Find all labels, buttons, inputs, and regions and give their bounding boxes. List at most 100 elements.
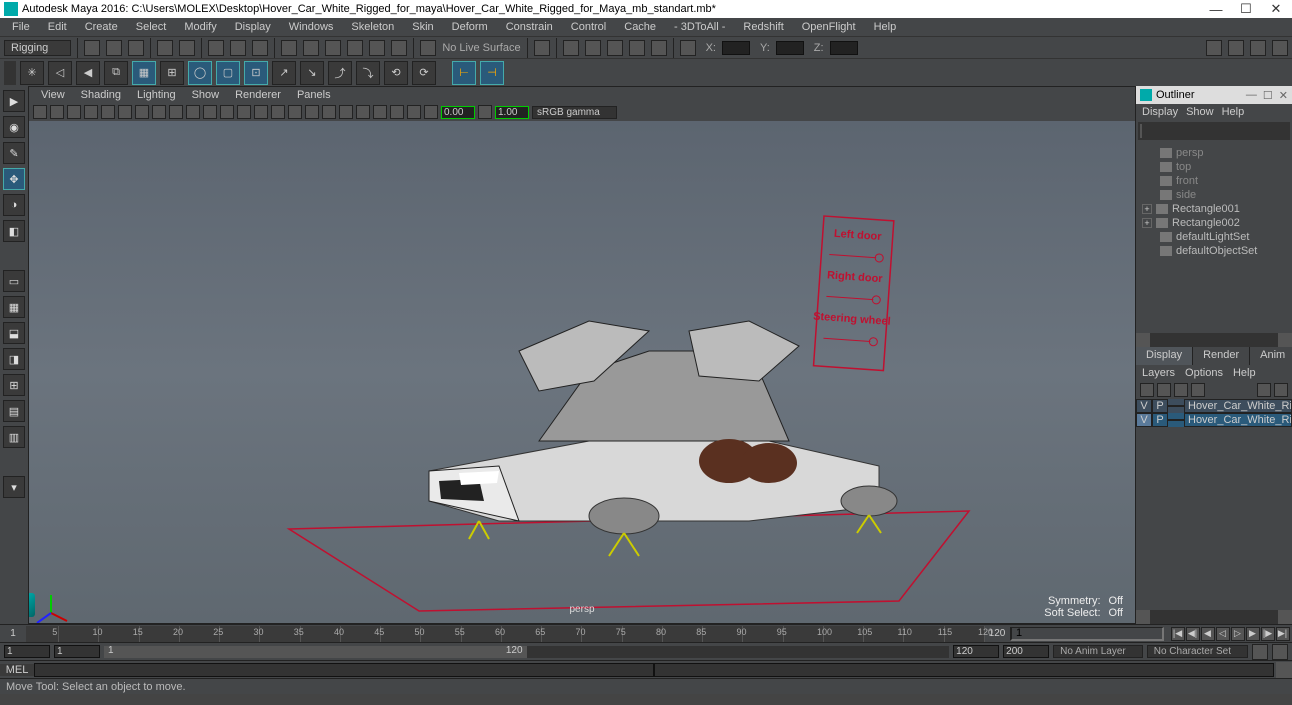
shelf-icon-7[interactable]: ◯: [188, 61, 212, 85]
step-back-icon[interactable]: ◀: [1201, 627, 1215, 641]
minimize-button[interactable]: —: [1210, 3, 1222, 15]
layers-menu-help[interactable]: Help: [1233, 367, 1256, 379]
history-icon[interactable]: [534, 40, 550, 56]
menu-deform[interactable]: Deform: [444, 20, 496, 34]
time-slider[interactable]: 1 51015202530354045505560657075808590951…: [0, 624, 1292, 642]
exposure-input[interactable]: [441, 106, 475, 119]
snap-live-icon[interactable]: [369, 40, 385, 56]
outliner-min-icon[interactable]: —: [1246, 89, 1257, 102]
maximize-button[interactable]: ☐: [1240, 3, 1252, 15]
menu-windows[interactable]: Windows: [281, 20, 342, 34]
shelf-icon-9[interactable]: ⊡: [244, 61, 268, 85]
hypershade-icon[interactable]: [629, 40, 645, 56]
outliner-tree[interactable]: persptopfrontside+Rectangle001+Rectangle…: [1136, 142, 1292, 333]
shelf-icon-15[interactable]: ⟳: [412, 61, 436, 85]
outliner-item[interactable]: defaultLightSet: [1136, 230, 1292, 244]
layer-color-swatch[interactable]: [1168, 419, 1184, 421]
layer-new-icon[interactable]: [1257, 383, 1271, 397]
outliner-search-icon[interactable]: [1140, 124, 1142, 138]
select-mode-icon[interactable]: [208, 40, 224, 56]
pt-camera-icon[interactable]: [33, 105, 47, 119]
layout-three[interactable]: ⊞: [3, 374, 25, 396]
paint-tool[interactable]: ✎: [3, 142, 25, 164]
goto-start-icon[interactable]: |◀: [1171, 627, 1185, 641]
outliner-close-icon[interactable]: ✕: [1279, 89, 1288, 102]
layer-icon-4[interactable]: [1191, 383, 1205, 397]
shelf-icon-2[interactable]: ◁: [48, 61, 72, 85]
step-fwd-key-icon[interactable]: |▶: [1261, 627, 1275, 641]
panel-menu-view[interactable]: View: [35, 89, 71, 101]
layer-vis-toggle[interactable]: V: [1136, 413, 1152, 427]
outliner-item[interactable]: +Rectangle001: [1136, 202, 1292, 216]
layer-icon-1[interactable]: [1140, 383, 1154, 397]
pt-film-icon[interactable]: [101, 105, 115, 119]
shelf-icon-14[interactable]: ⟲: [384, 61, 408, 85]
rotate-tool[interactable]: ◑: [3, 194, 25, 216]
expand-icon[interactable]: +: [1142, 204, 1152, 214]
pt-gamma-icon[interactable]: [478, 105, 492, 119]
save-scene-icon[interactable]: [128, 40, 144, 56]
menu-cache[interactable]: Cache: [616, 20, 664, 34]
layers-menu-options[interactable]: Options: [1185, 367, 1223, 379]
outliner-item[interactable]: defaultObjectSet: [1136, 244, 1292, 258]
layer-new-sel-icon[interactable]: [1274, 383, 1288, 397]
pt-iso-b-icon[interactable]: [322, 105, 336, 119]
pt-iso-c-icon[interactable]: [339, 105, 353, 119]
layout-custom-a[interactable]: ▤: [3, 400, 25, 422]
x-input[interactable]: [722, 41, 750, 55]
viewport[interactable]: Left door Right door Steering wheel: [29, 121, 1135, 623]
range-end-outer[interactable]: [1003, 645, 1049, 658]
ipr-icon[interactable]: [585, 40, 601, 56]
menu-skin[interactable]: Skin: [404, 20, 441, 34]
expand-icon[interactable]: +: [1142, 218, 1152, 228]
menu-edit[interactable]: Edit: [40, 20, 75, 34]
outliner-menu-show[interactable]: Show: [1186, 106, 1214, 118]
shelf-icon-5[interactable]: ▦: [132, 61, 156, 85]
pt-expose-a-icon[interactable]: [407, 105, 421, 119]
panel-menu-renderer[interactable]: Renderer: [229, 89, 287, 101]
layout-two-h[interactable]: ⬓: [3, 322, 25, 344]
outliner-item[interactable]: top: [1136, 160, 1292, 174]
pt-ao-icon[interactable]: [237, 105, 251, 119]
timeline-track[interactable]: 5101520253035404550556065707580859095100…: [26, 626, 984, 642]
snap-grid-icon[interactable]: [281, 40, 297, 56]
script-editor-icon[interactable]: [1276, 662, 1292, 678]
gamma-input[interactable]: [495, 106, 529, 119]
layer-play-toggle[interactable]: P: [1152, 413, 1168, 427]
mel-input[interactable]: [34, 663, 654, 677]
range-handle[interactable]: 1 120: [104, 646, 527, 658]
range-track[interactable]: 1 120: [104, 646, 949, 658]
pt-bookmark-icon[interactable]: [50, 105, 64, 119]
tab-render[interactable]: Render: [1193, 347, 1250, 365]
z-input[interactable]: [830, 41, 858, 55]
lasso-tool[interactable]: ◉: [3, 116, 25, 138]
pt-gate-icon[interactable]: [118, 105, 132, 119]
shelf-icon-8[interactable]: ▢: [216, 61, 240, 85]
pt-expose-b-icon[interactable]: [424, 105, 438, 119]
range-end[interactable]: [953, 645, 999, 658]
render-icon[interactable]: [563, 40, 579, 56]
pt-shadow-icon[interactable]: [220, 105, 234, 119]
layout-custom-b[interactable]: ▥: [3, 426, 25, 448]
pt-grid-icon[interactable]: [84, 105, 98, 119]
scale-tool[interactable]: ◧: [3, 220, 25, 242]
pt-motion-icon[interactable]: [254, 105, 268, 119]
range-start-outer[interactable]: [4, 645, 50, 658]
move-tool[interactable]: ✥: [3, 168, 25, 190]
layout-single[interactable]: ▭: [3, 270, 25, 292]
render-settings-icon[interactable]: [607, 40, 623, 56]
outliner-item[interactable]: side: [1136, 188, 1292, 202]
pt-xray-icon[interactable]: [356, 105, 370, 119]
pt-image-icon[interactable]: [67, 105, 81, 119]
anim-layer-select[interactable]: No Anim Layer: [1053, 645, 1143, 658]
pt-shade-icon[interactable]: [152, 105, 166, 119]
panel-menu-lighting[interactable]: Lighting: [131, 89, 182, 101]
layer-row[interactable]: V P Hover_Car_White_Rigged_C: [1136, 413, 1292, 427]
y-input[interactable]: [776, 41, 804, 55]
pt-iso-a-icon[interactable]: [305, 105, 319, 119]
menuset-select[interactable]: Rigging: [4, 40, 71, 56]
lscroll-left-icon[interactable]: [1136, 610, 1150, 624]
outliner-item[interactable]: +Rectangle002: [1136, 216, 1292, 230]
sidebar-toggle-b-icon[interactable]: [1228, 40, 1244, 56]
select-tool[interactable]: ▶: [3, 90, 25, 112]
